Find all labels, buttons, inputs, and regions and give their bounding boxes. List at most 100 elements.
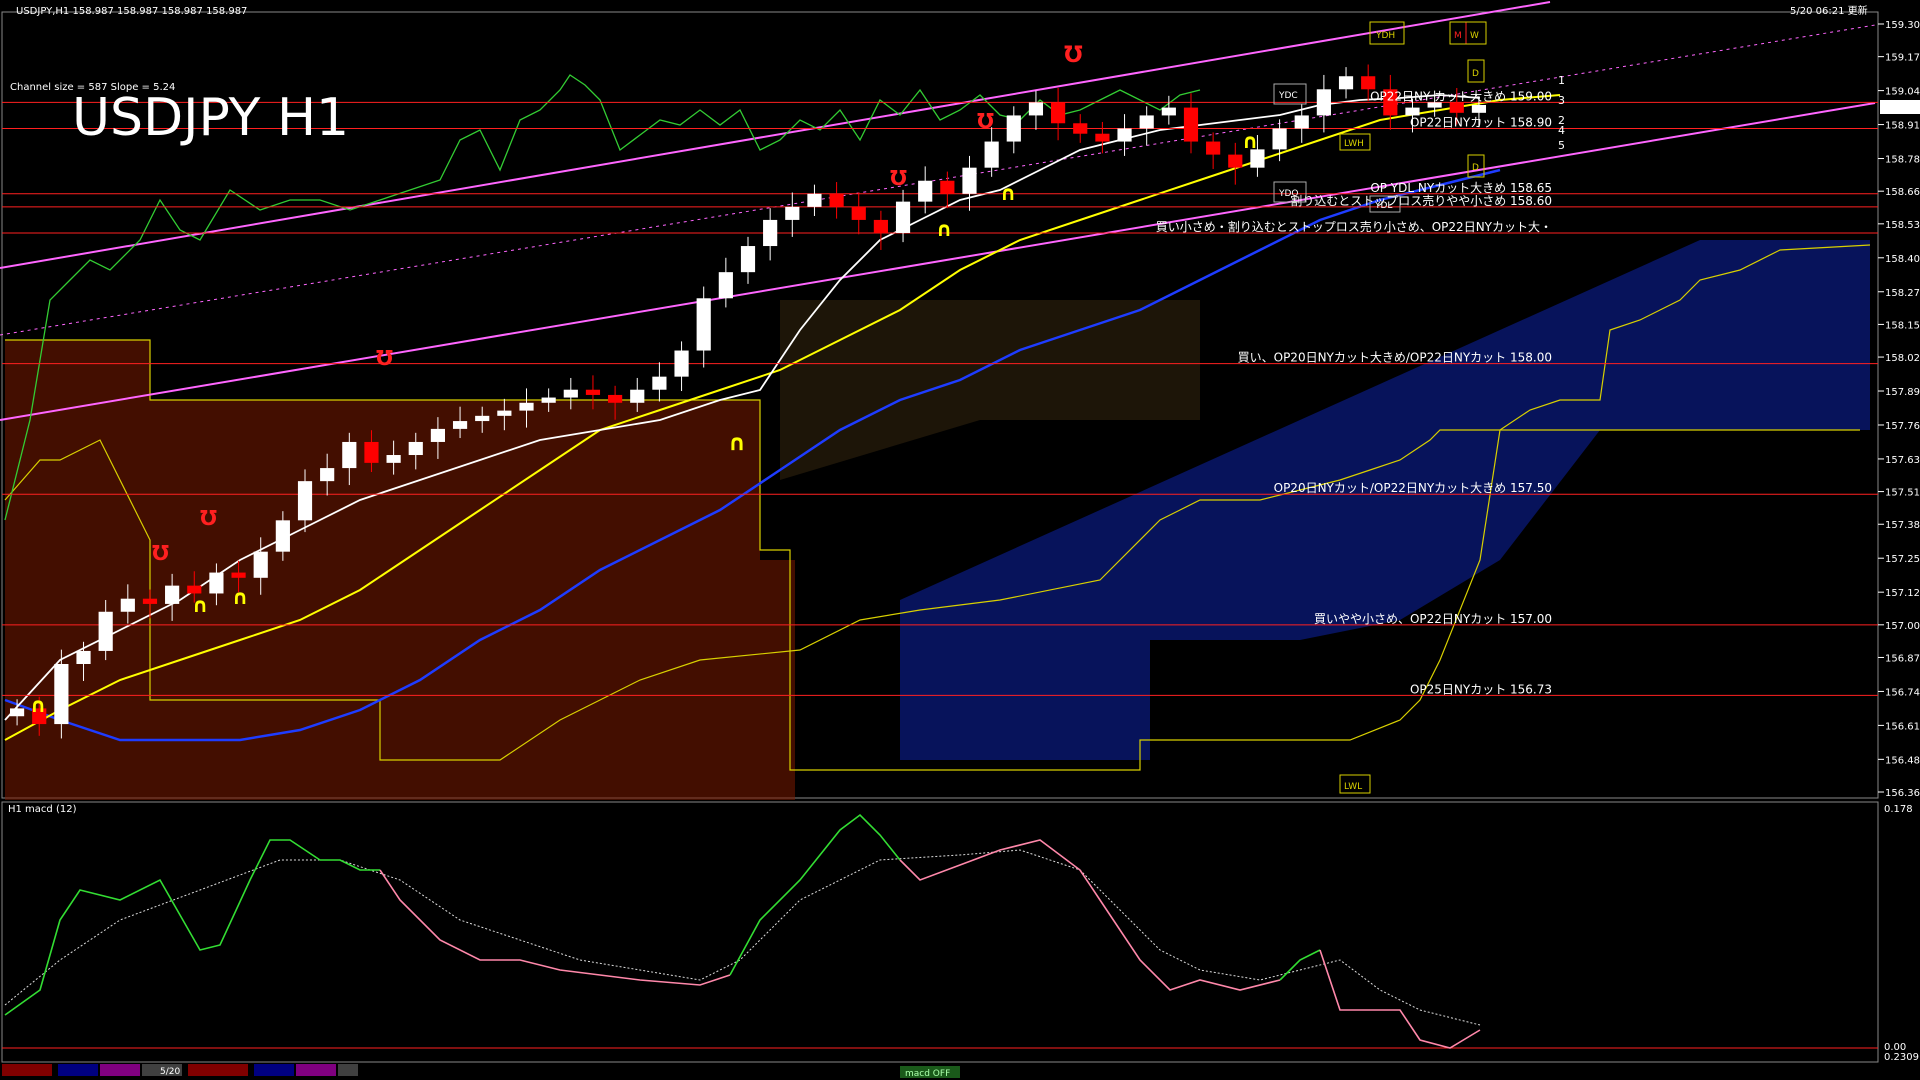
candle-body — [807, 193, 822, 207]
ichimoku-cloud — [5, 240, 1870, 800]
candle-body — [452, 421, 468, 429]
candle-body — [895, 201, 911, 233]
candle-body — [962, 167, 977, 194]
macd-line-down2 — [899, 839, 1281, 991]
price-tick-label: 158.025 — [1885, 353, 1920, 364]
tag-ydo: YDO — [1278, 189, 1299, 199]
chart-title: USDJPY H1 — [72, 88, 349, 148]
buy-marker: ∩ — [1000, 181, 1016, 205]
buy-marker: ∩ — [192, 593, 208, 617]
price-tick-label: 158.405 — [1885, 254, 1920, 265]
candle-body — [364, 441, 379, 463]
candle-body — [940, 180, 955, 194]
macd-line-up2 — [729, 813, 901, 976]
candle-body — [275, 520, 290, 552]
sell-marker: Ʊ — [376, 346, 393, 370]
candle-body — [209, 572, 224, 594]
candle-body — [253, 551, 268, 578]
tag-ydl: YDL — [1374, 201, 1392, 211]
candle-body — [475, 415, 490, 422]
chart-header: USDJPY,H1 158.987 158.987 158.987 158.98… — [16, 6, 247, 17]
candle-body — [1006, 115, 1021, 142]
price-axis: 159.300 159.175 159.045 158.915 158.785 158.6… — [1878, 20, 1920, 799]
price-tick-label: 156.615 — [1885, 721, 1920, 732]
channel-num-4: 4 — [1558, 124, 1565, 137]
price-tick-label: 159.300 — [1885, 20, 1920, 31]
bottom-bar: 5/20 macd OFF — [2, 1064, 960, 1079]
update-time: 5/20 06:21 更新 — [1790, 4, 1868, 17]
macd-off-label: macd OFF — [905, 1069, 950, 1079]
candle-body — [1073, 123, 1088, 134]
candle-body — [873, 219, 888, 233]
level-label: OP20日NYカット/OP22日NYカット大きめ 157.50 — [1274, 481, 1552, 495]
price-tick-label: 157.255 — [1885, 554, 1920, 565]
level-label: OP22日NYカット 158.90 — [1410, 115, 1552, 129]
candle-body — [1294, 115, 1309, 129]
price-tick-label: 156.745 — [1885, 687, 1920, 698]
level-label: OP25日NYカット 156.73 — [1410, 682, 1552, 696]
price-tick-label: 159.045 — [1885, 87, 1920, 98]
candle-body — [1095, 133, 1110, 142]
candle-body — [1272, 128, 1287, 150]
candle-body — [1117, 128, 1132, 142]
price-tick-label: 158.275 — [1885, 288, 1920, 299]
price-tick-label: 158.660 — [1885, 187, 1920, 198]
candle-body — [541, 397, 556, 403]
price-tick-label: 157.385 — [1885, 520, 1920, 531]
candle-body — [763, 219, 778, 247]
candle-body — [386, 455, 401, 463]
sell-marker: Ʊ — [890, 166, 907, 190]
tag-d-top: D — [1472, 69, 1479, 79]
candle-body — [1316, 89, 1331, 116]
macd-line-up3 — [1279, 949, 1321, 981]
candle-body — [342, 441, 357, 469]
channel-num-1: 1 — [1558, 74, 1565, 87]
level-label: 買い小さめ・割り込むとストップロス売り小さめ、OP22日NYカット大・ — [1156, 219, 1552, 234]
price-tick-label: 159.175 — [1885, 53, 1920, 64]
price-tick-label: 156.875 — [1885, 653, 1920, 664]
candle-body — [54, 664, 69, 725]
price-tick-label: 158.535 — [1885, 220, 1920, 231]
candle-body — [231, 572, 246, 578]
sell-marker: Ʊ — [1064, 43, 1083, 68]
candle-body — [98, 611, 113, 651]
candle-body — [696, 298, 711, 351]
price-tick-label: 157.000 — [1885, 621, 1920, 632]
candle-body — [76, 650, 91, 664]
tag-d-bottom: D — [1472, 163, 1479, 173]
bottom-date: 5/20 — [160, 1067, 180, 1077]
candle-body — [918, 180, 933, 202]
level-label: 買いやや小さめ、OP22日NYカット 157.00 — [1314, 612, 1552, 626]
candle-body — [1405, 107, 1420, 116]
tag-lwl: LWL — [1344, 782, 1362, 792]
candle-body — [829, 193, 844, 207]
candle-body — [1028, 102, 1044, 116]
candle-body — [1361, 76, 1376, 90]
candle-body — [9, 708, 25, 717]
buy-marker: ∩ — [1242, 129, 1258, 153]
candle-body — [718, 272, 733, 299]
level-label: 買い、OP20日NYカット大きめ/OP22日NYカット 158.00 — [1238, 351, 1552, 365]
candle-body — [1206, 141, 1221, 155]
candle-body — [1161, 107, 1176, 116]
candle-body — [652, 376, 667, 390]
candle-body — [497, 410, 512, 416]
candle-body — [1228, 154, 1243, 168]
candle-body — [430, 428, 445, 442]
candle-body — [120, 598, 135, 612]
macd-axis-top: 0.178 — [1884, 804, 1913, 815]
candle-body — [851, 206, 866, 220]
candle-body — [408, 441, 423, 456]
candle-body — [1051, 102, 1066, 124]
candle-body — [1471, 104, 1487, 113]
macd-line — [4, 839, 380, 1016]
price-tick-label: 156.485 — [1885, 755, 1920, 766]
macd-signal — [4, 849, 1481, 1026]
price-tick-label: 156.360 — [1885, 788, 1920, 799]
current-price: 158.987 — [1882, 103, 1920, 114]
candle-body — [608, 394, 623, 403]
candle-body — [320, 468, 335, 482]
level-label: OP22日NY カット大きめ 159.00 — [1370, 89, 1552, 103]
candle-body — [630, 389, 645, 403]
price-tick-label: 157.125 — [1885, 588, 1920, 599]
